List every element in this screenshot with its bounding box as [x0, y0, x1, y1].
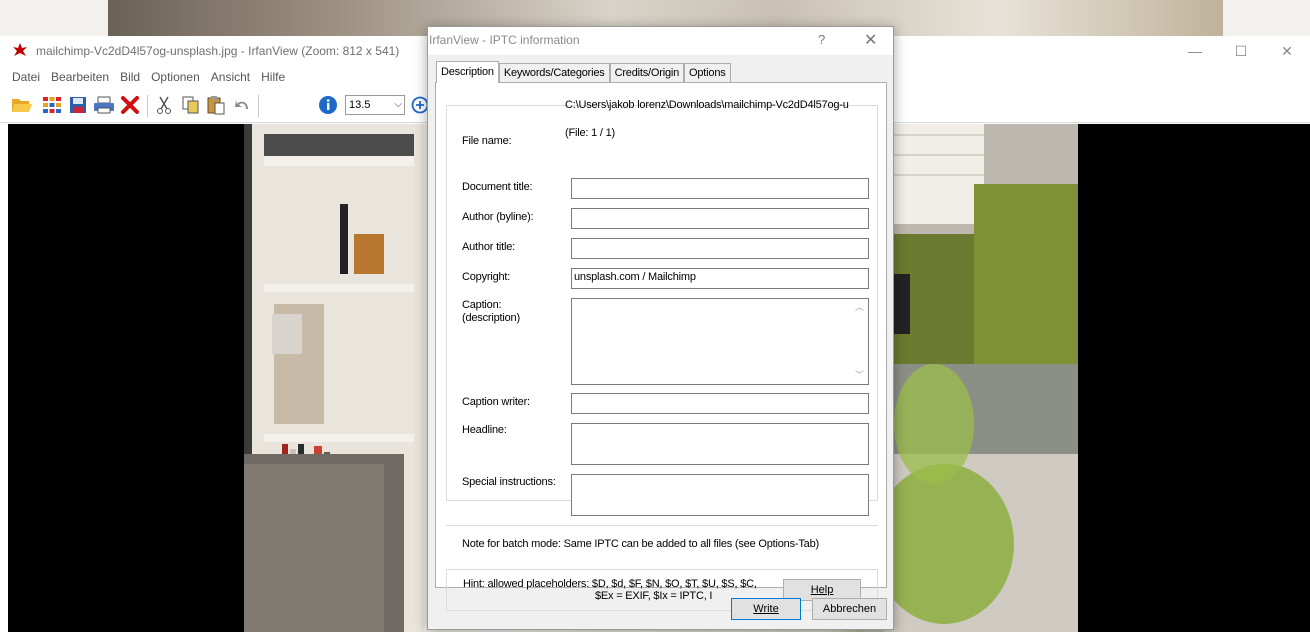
- info-icon[interactable]: [316, 93, 340, 117]
- zoom-value: 13.5: [349, 99, 371, 111]
- menu-datei[interactable]: Datei: [12, 70, 40, 84]
- author-title-field[interactable]: [571, 238, 869, 259]
- write-button[interactable]: Write: [731, 598, 801, 620]
- undo-icon[interactable]: [230, 93, 254, 117]
- menu-bearbeiten[interactable]: Bearbeiten: [51, 70, 109, 84]
- tab-credits-origin[interactable]: Credits/Origin: [609, 63, 685, 83]
- tab-description[interactable]: Description: [436, 61, 499, 83]
- menu-hilfe[interactable]: Hilfe: [261, 70, 285, 84]
- file-path: C:\Users\jakob lorenz\Downloads\mailchim…: [565, 99, 849, 111]
- dialog-titlebar[interactable]: IrfanView - IPTC information ? ✕: [428, 27, 893, 55]
- desktop: mailchimp-Vc2dD4l57og-unsplash.jpg - Irf…: [0, 0, 1310, 632]
- menu-ansicht[interactable]: Ansicht: [211, 70, 250, 84]
- menu-optionen[interactable]: Optionen: [151, 70, 200, 84]
- special-instructions-field[interactable]: [571, 474, 869, 516]
- copyright-label: Copyright:: [462, 271, 511, 283]
- print-icon[interactable]: [92, 93, 116, 117]
- minimize-button[interactable]: —: [1172, 36, 1218, 66]
- irfanview-app-icon: [13, 43, 27, 56]
- chevron-down-icon: ⌵: [394, 99, 402, 110]
- tab-strip: Description Keywords/Categories Credits/…: [436, 61, 731, 83]
- tab-keywords-categories[interactable]: Keywords/Categories: [498, 63, 610, 83]
- caption-writer-label: Caption writer:: [462, 396, 530, 408]
- batch-note: Note for batch mode: Same IPTC can be ad…: [462, 538, 819, 550]
- hint-line-1: Hint: allowed placeholders: $D, $d, $F, …: [463, 578, 757, 590]
- file-name-label: File name:: [462, 135, 512, 147]
- menu-bild[interactable]: Bild: [120, 70, 140, 84]
- hint-line-2: $Ex = EXIF, $Ix = IPTC, I: [595, 590, 713, 602]
- caption-writer-field[interactable]: [571, 393, 869, 414]
- caption-sublabel: (description): [462, 312, 520, 324]
- paste-icon[interactable]: [204, 93, 228, 117]
- thumbnails-icon[interactable]: [40, 93, 64, 117]
- author-title-label: Author title:: [462, 241, 516, 253]
- tab-options[interactable]: Options: [684, 63, 731, 83]
- close-button[interactable]: ✕: [1264, 36, 1310, 66]
- caption-scrollbar[interactable]: ︿ ﹀: [851, 299, 868, 384]
- main-window-title: mailchimp-Vc2dD4l57og-unsplash.jpg - Irf…: [36, 44, 400, 58]
- delete-icon[interactable]: [118, 93, 142, 117]
- write-button-label: Write: [753, 603, 779, 615]
- save-icon[interactable]: [66, 93, 90, 117]
- dialog-close-icon[interactable]: ✕: [864, 30, 877, 50]
- document-title-field[interactable]: [571, 178, 869, 199]
- cancel-button[interactable]: Abbrechen: [812, 598, 887, 620]
- batch-note-box: Note for batch mode: Same IPTC can be ad…: [446, 525, 878, 569]
- help-icon[interactable]: ?: [818, 32, 825, 47]
- author-label: Author (byline):: [462, 211, 534, 223]
- dialog-title: IrfanView - IPTC information: [429, 33, 580, 47]
- scroll-up-icon[interactable]: ︿: [851, 299, 868, 316]
- special-instructions-label: Special instructions:: [462, 476, 556, 488]
- cut-icon[interactable]: [152, 93, 176, 117]
- file-count: (File: 1 / 1): [565, 127, 615, 139]
- maximize-button[interactable]: ☐: [1218, 36, 1264, 66]
- headline-label: Headline:: [462, 424, 507, 436]
- caption-label: Caption:: [462, 299, 502, 311]
- author-field[interactable]: [571, 208, 869, 229]
- zoom-combo[interactable]: 13.5 ⌵: [345, 95, 405, 115]
- description-tab-page: File name: C:\Users\jakob lorenz\Downloa…: [435, 82, 887, 611]
- iptc-dialog: IrfanView - IPTC information ? ✕ Descrip…: [427, 26, 894, 630]
- caption-field[interactable]: ︿ ﹀: [571, 298, 869, 385]
- menu-bar: Datei Bearbeiten Bild Optionen Ansicht H…: [0, 66, 296, 88]
- scroll-down-icon[interactable]: ﹀: [851, 367, 868, 384]
- headline-field[interactable]: [571, 423, 869, 465]
- help-button-label: Help: [810, 584, 834, 596]
- open-folder-icon[interactable]: [10, 93, 34, 117]
- copyright-field[interactable]: unsplash.com / Mailchimp: [571, 268, 869, 289]
- copy-icon[interactable]: [178, 93, 202, 117]
- document-title-label: Document title:: [462, 181, 533, 193]
